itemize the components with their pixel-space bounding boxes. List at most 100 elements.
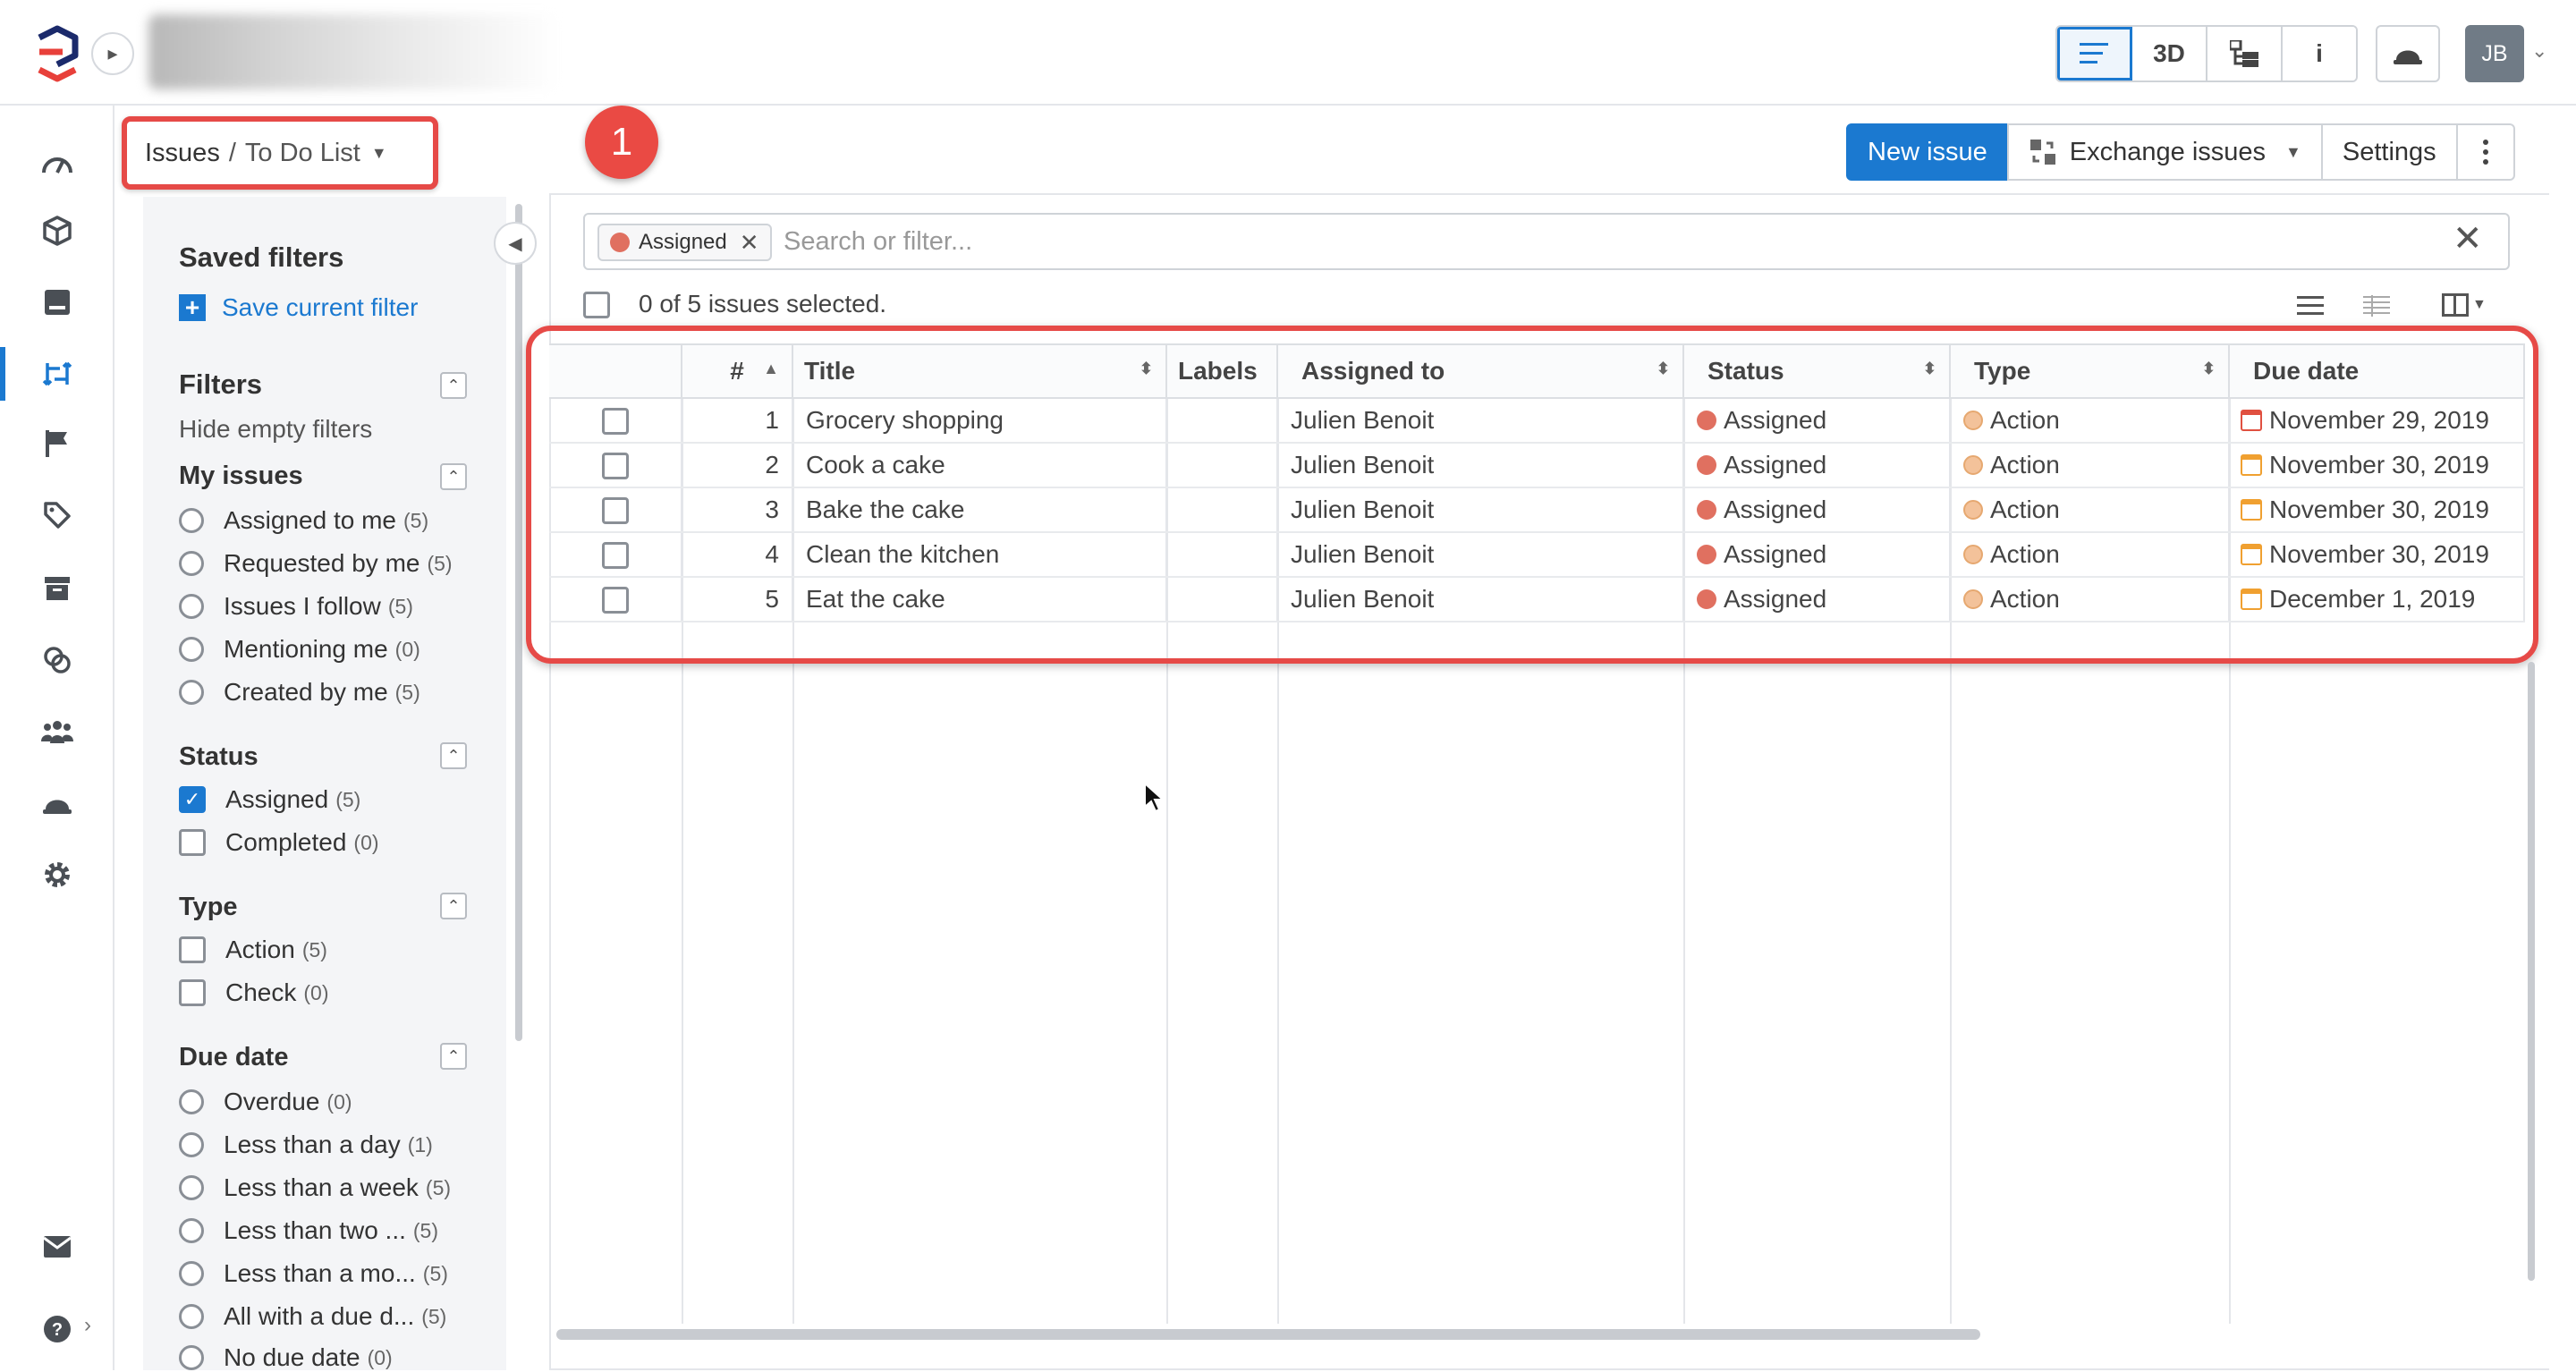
radio-button[interactable]	[179, 1218, 204, 1243]
annotation-badge: 1	[585, 106, 658, 179]
caret-down-icon[interactable]: ▼	[371, 144, 387, 163]
clear-search-icon[interactable]: ✕	[2453, 218, 2483, 259]
filter-created-by-me[interactable]: Created by me (5)	[179, 678, 420, 707]
info-button[interactable]: i	[2283, 27, 2356, 80]
breadcrumb-current[interactable]: To Do List	[245, 139, 360, 168]
cube-icon[interactable]	[34, 207, 80, 254]
filter-label: Less than a mo...	[224, 1259, 416, 1287]
gear-icon[interactable]	[34, 851, 80, 898]
user-profile-button[interactable]	[2376, 25, 2440, 82]
dashboard-icon[interactable]	[34, 140, 80, 186]
expand-sidebar-button[interactable]: ▸	[91, 32, 134, 75]
list-view-button[interactable]	[2057, 27, 2132, 80]
filter-no-due-date[interactable]: No due date (0)	[179, 1343, 393, 1372]
radio-button[interactable]	[179, 1304, 204, 1329]
checkbox[interactable]	[179, 979, 206, 1006]
chevron-down-icon[interactable]: ⌄	[2531, 39, 2547, 63]
vertical-scrollbar[interactable]	[2528, 662, 2535, 1281]
collapse-filter-panel-button[interactable]: ◀	[494, 222, 537, 265]
horizontal-scrollbar[interactable]	[556, 1329, 1980, 1340]
radio-button[interactable]	[179, 637, 204, 662]
hide-empty-filters-link[interactable]: Hide empty filters	[179, 415, 372, 444]
remove-chip-icon[interactable]: ✕	[740, 229, 759, 257]
filter-label: Mentioning me	[224, 635, 388, 663]
project-name-blurred	[148, 14, 560, 89]
radio-button[interactable]	[179, 1089, 204, 1114]
filter-count: (5)	[427, 551, 453, 575]
save-current-filter-link[interactable]: + Save current filter	[179, 293, 418, 322]
radio-button[interactable]	[179, 1175, 204, 1200]
helmet-icon[interactable]	[34, 780, 80, 826]
breadcrumb-root[interactable]: Issues	[145, 139, 220, 168]
compact-list-view-icon[interactable]	[2297, 295, 2324, 321]
inbox-icon[interactable]	[34, 1224, 80, 1270]
radio-button[interactable]	[179, 508, 204, 533]
radio-button[interactable]	[179, 1261, 204, 1286]
radio-button[interactable]	[179, 551, 204, 576]
filter-requested-by-me[interactable]: Requested by me (5)	[179, 549, 453, 578]
filter-less-than-a-day[interactable]: Less than a day (1)	[179, 1131, 433, 1159]
settings-button[interactable]: Settings	[2320, 123, 2458, 181]
radio-button[interactable]	[179, 680, 204, 705]
team-icon[interactable]	[34, 708, 80, 755]
filter-count: (5)	[403, 508, 429, 532]
detailed-list-view-icon[interactable]	[2363, 295, 2390, 321]
filter-assigned-to-me[interactable]: Assigned to me (5)	[179, 506, 428, 535]
filter-label: Action	[225, 936, 295, 963]
help-icon[interactable]: ?	[34, 1306, 80, 1352]
select-all-checkbox[interactable]	[583, 292, 610, 318]
filter-count: (5)	[421, 1304, 447, 1328]
filter-panel-scrollbar[interactable]	[515, 204, 522, 1041]
filter-status-completed[interactable]: Completed (0)	[179, 828, 379, 857]
tree-view-button[interactable]	[2207, 27, 2283, 80]
save-current-filter-label: Save current filter	[222, 293, 419, 321]
collapse-section-button[interactable]: ⌃	[440, 463, 467, 490]
filter-all-with-due-date[interactable]: All with a due d... (5)	[179, 1302, 446, 1331]
radio-button[interactable]	[179, 1345, 204, 1370]
filter-chip-assigned[interactable]: Assigned ✕	[597, 224, 772, 261]
collapse-section-button[interactable]: ⌃	[440, 893, 467, 919]
filter-label: Less than two ...	[224, 1216, 406, 1244]
exchange-issues-button[interactable]: Exchange issues ▼	[2006, 123, 2323, 181]
filter-type-check[interactable]: Check (0)	[179, 978, 329, 1007]
avatar[interactable]: JB	[2465, 25, 2524, 82]
storage-icon[interactable]	[34, 279, 80, 326]
filter-count: (0)	[367, 1345, 393, 1369]
breadcrumb[interactable]: Issues / To Do List ▼	[122, 116, 438, 190]
collapse-section-button[interactable]: ⌃	[440, 742, 467, 769]
checkbox[interactable]	[179, 829, 206, 856]
app-logo-icon[interactable]	[30, 25, 84, 82]
filter-overdue[interactable]: Overdue (0)	[179, 1088, 352, 1116]
radio-button[interactable]	[179, 1132, 204, 1157]
collapse-filters-button[interactable]: ⌃	[440, 372, 467, 399]
filter-type-action[interactable]: Action (5)	[179, 936, 327, 964]
checkbox[interactable]	[179, 936, 206, 963]
filter-mentioning-me[interactable]: Mentioning me (0)	[179, 635, 420, 664]
rail-active-indicator	[0, 347, 5, 401]
filter-count: (5)	[301, 937, 327, 961]
checkbox-checked[interactable]: ✓	[179, 786, 206, 813]
exchange-icon	[2029, 140, 2055, 165]
tag-icon[interactable]	[34, 492, 80, 538]
expand-help-chevron-icon[interactable]: ›	[84, 1313, 91, 1338]
archive-icon[interactable]	[34, 565, 80, 612]
more-options-button[interactable]	[2455, 123, 2515, 181]
3d-view-button[interactable]: 3D	[2132, 27, 2207, 80]
filter-less-than-two-weeks[interactable]: Less than two ... (5)	[179, 1216, 438, 1245]
new-issue-button[interactable]: New issue	[1846, 123, 2009, 181]
filter-issues-i-follow[interactable]: Issues I follow (5)	[179, 592, 413, 621]
selection-count: 0 of 5 issues selected.	[639, 290, 887, 318]
issues-icon[interactable]	[34, 351, 80, 397]
filter-less-than-a-week[interactable]: Less than a week (5)	[179, 1173, 451, 1202]
view-switcher: 3D i	[2055, 25, 2358, 82]
filter-count: (0)	[353, 830, 379, 854]
filter-status-assigned[interactable]: ✓ Assigned (5)	[179, 785, 360, 814]
link-icon[interactable]	[34, 637, 80, 683]
filter-count: (1)	[407, 1132, 433, 1156]
flag-icon[interactable]	[34, 420, 80, 467]
column-settings-button[interactable]: ▼	[2442, 293, 2487, 317]
exchange-issues-label: Exchange issues	[2069, 137, 2267, 166]
radio-button[interactable]	[179, 594, 204, 619]
collapse-section-button[interactable]: ⌃	[440, 1043, 467, 1070]
filter-less-than-a-month[interactable]: Less than a mo... (5)	[179, 1259, 448, 1288]
